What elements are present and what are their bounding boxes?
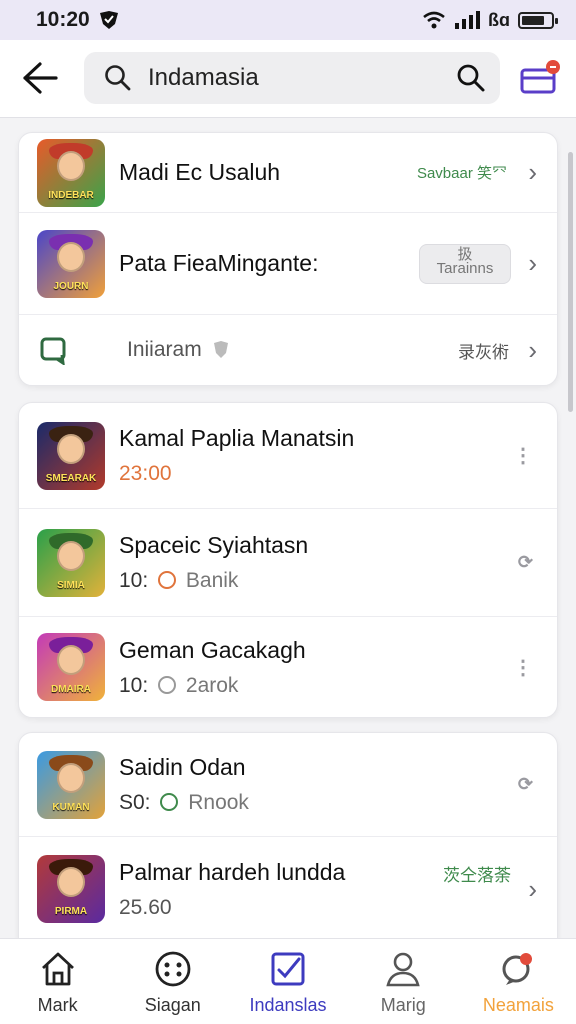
item-badge: Savbaar 笑㓁 xyxy=(416,165,507,182)
list-item[interactable]: DMAIRA Geman Gacakagh 10: 2arok ⋮ xyxy=(19,617,557,717)
item-title: Iniiaram xyxy=(127,338,202,361)
more-options-icon[interactable]: ⋮ xyxy=(513,655,533,680)
nav-label: Marig xyxy=(380,995,426,1015)
game-list-card: SMEARAK Kamal Paplia Manatsin 23:00 ⋮ SI… xyxy=(18,402,558,718)
item-price: 23:00 xyxy=(119,462,172,485)
clock-icon xyxy=(158,675,177,694)
nav-item-messages[interactable]: Neamais xyxy=(461,939,576,1024)
nav-label: Siagan xyxy=(144,995,201,1015)
game-thumbnail: SMEARAK xyxy=(37,421,105,490)
arrow-left-icon xyxy=(23,62,58,94)
list-item[interactable]: SMEARAK Kamal Paplia Manatsin 23:00 ⋮ xyxy=(19,403,557,509)
list-item[interactable]: INDEBAR Madi Ec Usaluh Savbaar 笑㓁 › xyxy=(19,133,557,213)
status-bar: 10:20 ßɑ xyxy=(0,0,576,40)
nav-item-active[interactable]: Indanslas xyxy=(230,939,345,1024)
scrollbar[interactable] xyxy=(568,152,573,412)
refresh-icon[interactable]: ⟳ xyxy=(518,774,533,795)
chat-bubble-icon xyxy=(40,337,66,365)
home-icon xyxy=(41,952,74,986)
signal-icon xyxy=(455,11,480,29)
game-thumbnail: SIMIA xyxy=(37,528,105,597)
item-title: Geman Gacakagh xyxy=(119,636,306,663)
item-meta: 录灰術 xyxy=(458,342,509,362)
item-title: Palmar hardeh lundda xyxy=(119,858,346,885)
nav-label: Indanslas xyxy=(249,995,327,1015)
item-price: 25.60 xyxy=(119,895,172,919)
item-title: Kamal Paplia Manatsin xyxy=(119,425,355,451)
shield-small-icon xyxy=(213,341,228,358)
status-time: 10:20 xyxy=(36,8,90,31)
chevron-right-icon[interactable]: › xyxy=(528,335,537,366)
status-network-text: ßɑ xyxy=(488,9,510,30)
item-meta: 10: 2arok xyxy=(119,673,239,697)
chevron-right-icon[interactable]: › xyxy=(528,157,537,188)
item-title: Saidin Odan xyxy=(119,754,246,780)
game-thumbnail: PIRMA xyxy=(37,855,105,923)
person-icon xyxy=(386,952,420,987)
game-thumbnail: KUMAN xyxy=(37,750,105,819)
bottom-nav: Mark Siagan Indanslas Marig Neamais xyxy=(0,938,576,1024)
list-item[interactable]: PIRMA Palmar hardeh lundda 25.60 茨仝落荼 › xyxy=(19,837,557,941)
chevron-right-icon[interactable]: › xyxy=(528,874,537,905)
game-thumbnail: DMAIRA xyxy=(37,633,105,701)
more-options-icon[interactable]: ⋮ xyxy=(513,443,533,468)
nav-item-discover[interactable]: Siagan xyxy=(115,939,230,1024)
action-pill[interactable]: 扱 Tarainns xyxy=(419,243,511,284)
list-item[interactable]: JOURN Pata FieaMingante: 扱 Tarainns › xyxy=(19,213,557,315)
checkbox-icon xyxy=(271,952,305,986)
item-title: Pata FieaMingante: xyxy=(119,250,319,276)
shield-icon xyxy=(99,11,118,29)
nav-item-home[interactable]: Mark xyxy=(0,939,115,1024)
search-icon xyxy=(105,65,131,91)
nav-label: Neamais xyxy=(482,995,554,1015)
search-submit-icon[interactable] xyxy=(456,63,486,93)
featured-card: INDEBAR Madi Ec Usaluh Savbaar 笑㓁 › JOUR… xyxy=(18,132,558,386)
search-query: Indamasia xyxy=(148,64,259,91)
game-thumbnail: INDEBAR xyxy=(37,138,105,207)
item-title: Madi Ec Usaluh xyxy=(119,159,281,185)
cart-button[interactable] xyxy=(518,58,562,98)
list-item[interactable]: Iniiaram 录灰術 › xyxy=(19,315,557,385)
wifi-icon xyxy=(423,11,445,29)
item-meta: S0: Rnook xyxy=(119,791,249,814)
game-thumbnail: JOURN xyxy=(37,229,105,298)
item-title: Spaceic Syiahtasn xyxy=(119,532,309,558)
chevron-right-icon[interactable]: › xyxy=(528,248,537,279)
nav-item-profile[interactable]: Marig xyxy=(346,939,461,1024)
wallet-icon xyxy=(520,60,560,94)
game-list-card: KUMAN Saidin Odan S0: Rnook ⟳ PIRMA Palm… xyxy=(18,732,558,942)
refresh-icon[interactable]: ⟳ xyxy=(518,552,533,573)
nav-label: Mark xyxy=(37,995,78,1015)
chat-icon xyxy=(502,953,533,985)
face-dots-icon xyxy=(155,951,191,987)
item-badge: 茨仝落荼 xyxy=(443,866,511,885)
clock-icon xyxy=(160,793,179,811)
back-button[interactable] xyxy=(20,60,60,96)
item-meta: 10: Banik xyxy=(119,569,239,592)
list-item[interactable]: KUMAN Saidin Odan S0: Rnook ⟳ xyxy=(19,733,557,837)
clock-icon xyxy=(158,571,177,589)
list-item[interactable]: SIMIA Spaceic Syiahtasn 10: Banik ⟳ xyxy=(19,509,557,617)
battery-icon xyxy=(518,11,558,29)
search-input[interactable]: Indamasia xyxy=(84,52,500,104)
header: Indamasia xyxy=(0,40,576,118)
